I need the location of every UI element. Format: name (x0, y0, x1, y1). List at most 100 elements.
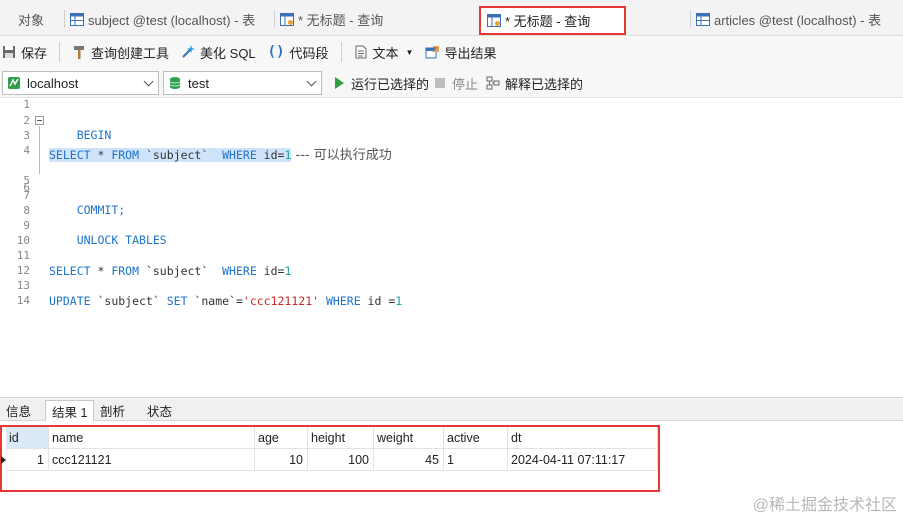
tab-untitled-query[interactable]: * 无标题 - 查询 (280, 4, 383, 34)
cell-id[interactable]: 1 (6, 449, 49, 471)
database-select[interactable]: test (163, 71, 322, 95)
explain-selected-label: 解释已选择的 (505, 76, 584, 92)
cell-active[interactable]: 1 (444, 449, 508, 471)
table-row[interactable]: 1 ccc121121 10 100 45 1 2024-04-11 07:11… (6, 449, 658, 471)
sql-keyword: COMMIT; (76, 203, 126, 217)
text-dropdown-button[interactable]: 文本 ▼ (348, 40, 420, 64)
line-number: 11 (16, 249, 30, 262)
sql-number: 1 (284, 264, 292, 278)
tab-label: 对象 (18, 12, 45, 28)
export-results-label: 导出结果 (444, 45, 497, 61)
code-line-14: UPDATE `subject` SET `name`='ccc121121' … (49, 294, 402, 308)
connection-select[interactable]: localhost (2, 71, 159, 95)
column-header-dt[interactable]: dt (508, 427, 658, 449)
toolbar-divider (59, 42, 61, 62)
line-number: 1 (23, 98, 30, 111)
code-line-4: SELECT * FROM `subject` WHERE id=1 --- 可… (49, 144, 392, 163)
hammer-icon (74, 46, 85, 59)
explain-selected-button[interactable]: 解释已选择的 (486, 71, 583, 95)
tab-untitled-query-active[interactable]: * 无标题 - 查询 (479, 6, 627, 35)
run-selected-label: 运行已选择的 (351, 76, 430, 92)
run-selected-button[interactable]: 运行已选择的 (332, 71, 429, 95)
sql-text: `subject` (139, 148, 223, 162)
code-snippet-button[interactable]: () 代码段 (262, 40, 335, 64)
line-number: 4 (23, 144, 30, 157)
code-line-9: UNLOCK TABLES (49, 219, 167, 261)
tab-label: 信息 (6, 405, 32, 419)
database-value: test (188, 75, 209, 91)
sql-text: `subject` (90, 294, 167, 308)
toolbar-divider (340, 42, 342, 62)
sql-keyword: WHERE (222, 148, 257, 162)
sql-text: id= (256, 148, 285, 162)
sql-string: 'ccc121121' (242, 294, 320, 308)
tab-profile[interactable]: 剖析 (94, 400, 131, 421)
query-toolbar: 保存 查询创建工具 美化 SQL () 代码段 文本 ▼ 导出结果 (0, 36, 903, 68)
sql-keyword: WHERE (326, 294, 361, 308)
connection-value: localhost (27, 75, 79, 91)
connection-toolbar: localhost test 运行已选择的 停止 解释已选择的 (0, 68, 903, 98)
column-header-name[interactable]: name (49, 427, 255, 449)
column-header-age[interactable]: age (255, 427, 308, 449)
tab-label: * 无标题 - 查询 (298, 12, 384, 28)
save-button[interactable]: 保存 (0, 40, 53, 64)
query-builder-button[interactable]: 查询创建工具 (66, 40, 175, 64)
line-number: 2 (23, 114, 30, 127)
grid-header-row: id name age height weight active dt (6, 427, 658, 449)
play-icon (335, 77, 344, 89)
tab-result-1[interactable]: 结果 1 (45, 400, 95, 422)
line-number: 12 (16, 264, 30, 277)
column-header-height[interactable]: height (308, 427, 374, 449)
tab-label: 状态 (147, 405, 173, 419)
sql-comment: --- 可以执行成功 (291, 148, 392, 163)
line-number: 14 (16, 294, 30, 307)
line-number: 10 (16, 234, 30, 247)
sql-keyword: UPDATE (49, 294, 91, 308)
tab-status[interactable]: 状态 (141, 400, 178, 421)
cell-name[interactable]: ccc121121 (49, 449, 255, 471)
cell-age[interactable]: 10 (255, 449, 308, 471)
column-header-weight[interactable]: weight (374, 427, 444, 449)
beautify-sql-button[interactable]: 美化 SQL (175, 40, 262, 64)
tab-info[interactable]: 信息 (0, 400, 37, 421)
cell-dt[interactable]: 2024-04-11 07:11:17 (508, 449, 658, 471)
braces-icon: () (267, 44, 285, 60)
line-number: 9 (23, 219, 30, 232)
tab-label: * 无标题 - 查询 (505, 14, 591, 29)
sql-keyword: UNLOCK TABLES (76, 233, 167, 247)
cell-height[interactable]: 100 (308, 449, 374, 471)
fold-toggle-icon[interactable] (35, 116, 44, 125)
result-tabs: 信息 结果 1 剖析 状态 (0, 397, 903, 422)
query-icon (280, 12, 294, 26)
selected-text: SELECT * FROM `subject` WHERE id=1 (49, 148, 292, 162)
column-header-active[interactable]: active (444, 427, 508, 449)
export-results-button[interactable]: 导出结果 (419, 40, 502, 64)
sql-keyword: WHERE (222, 264, 257, 278)
line-number: 7 (23, 189, 30, 202)
stop-label: 停止 (452, 76, 479, 92)
sql-text: `subject` (139, 264, 223, 278)
sql-keyword: BEGIN (76, 128, 112, 142)
line-number: 3 (23, 129, 30, 142)
code-line-12: SELECT * FROM `subject` WHERE id=1 (49, 264, 291, 278)
sql-text: * (90, 264, 112, 278)
line-number: 8 (23, 204, 30, 217)
caret-down-icon: ▼ (405, 47, 414, 57)
sql-keyword: FROM (111, 264, 140, 278)
tab-divider (64, 10, 65, 28)
tab-articles-table[interactable]: articles @test (localhost) - 表 (696, 4, 881, 34)
tab-divider (274, 10, 275, 28)
chevron-down-icon (306, 76, 317, 87)
save-icon (3, 46, 15, 58)
database-icon (169, 77, 181, 89)
tab-label: 剖析 (100, 405, 126, 419)
sql-keyword: SELECT (49, 148, 91, 162)
table-icon (696, 12, 710, 26)
sql-editor[interactable]: 1 2 3 4 5 6 7 8 9 10 11 12 13 14 BEGIN S… (0, 98, 903, 394)
stop-button[interactable]: 停止 (433, 71, 478, 95)
column-header-id[interactable]: id (6, 427, 49, 449)
tab-objects[interactable]: 对象 (18, 4, 44, 34)
tab-subject-table[interactable]: subject @test (localhost) - 表 (70, 4, 255, 34)
cell-weight[interactable]: 45 (374, 449, 444, 471)
